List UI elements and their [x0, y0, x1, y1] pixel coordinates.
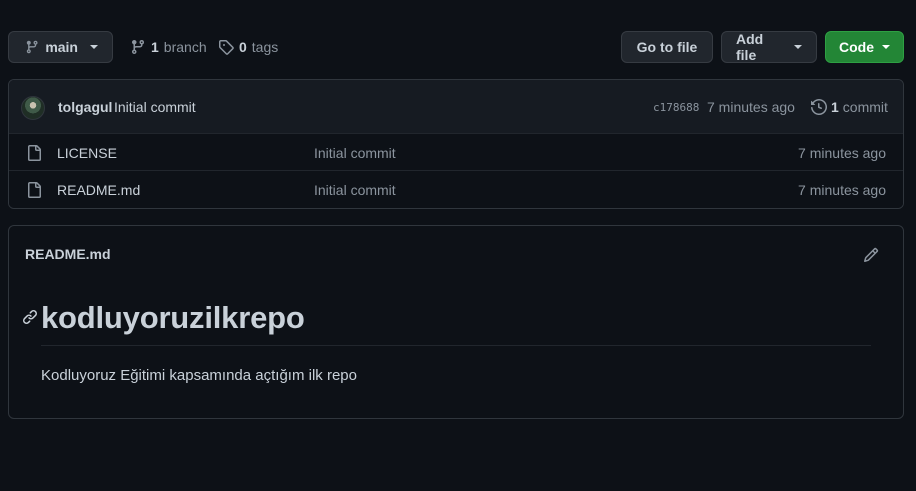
tags-link[interactable]: 0 tags [218, 31, 278, 63]
readme-paragraph: Kodluyoruz Eğitimi kapsamında açtığım il… [41, 367, 357, 384]
repo-toolbar: main 1 branch 0 tags Go to file Add file… [8, 31, 904, 63]
file-row[interactable]: README.md Initial commit 7 minutes ago [9, 171, 903, 208]
readme-panel: README.md kodluyoruzilkrepo Kodluyoruz E… [8, 225, 904, 419]
branches-link[interactable]: 1 branch [130, 31, 207, 63]
pencil-icon[interactable] [863, 247, 879, 263]
file-icon [28, 145, 41, 161]
commit-message[interactable]: Initial commit [114, 99, 196, 115]
tag-icon [219, 40, 234, 55]
latest-commit-row: tolgagul Initial commit c178688 7 minute… [9, 80, 903, 134]
file-row[interactable]: LICENSE Initial commit 7 minutes ago [9, 134, 903, 171]
file-commit-message[interactable]: Initial commit [314, 182, 396, 198]
commit-author[interactable]: tolgagul [58, 99, 112, 115]
code-label: Code [839, 39, 874, 55]
file-commit-message[interactable]: Initial commit [314, 145, 396, 161]
readme-title[interactable]: README.md [25, 246, 111, 262]
commit-time: 7 minutes ago [707, 99, 795, 115]
history-icon [811, 99, 827, 115]
branch-icon [131, 40, 144, 55]
branch-name: main [45, 39, 78, 55]
file-commit-time: 7 minutes ago [798, 145, 886, 161]
add-file-button[interactable]: Add file [721, 31, 817, 63]
branch-icon [26, 40, 38, 54]
file-name[interactable]: README.md [57, 182, 140, 198]
tag-count: 0 [239, 39, 247, 55]
code-button[interactable]: Code [825, 31, 904, 63]
commit-history-link[interactable]: 1 commit [811, 99, 888, 115]
tag-label: tags [251, 39, 279, 55]
branch-count: 1 [151, 39, 159, 55]
file-name[interactable]: LICENSE [57, 145, 117, 161]
commit-count: 1 [831, 99, 839, 115]
file-icon [28, 182, 41, 198]
go-to-file-button[interactable]: Go to file [621, 31, 713, 63]
add-file-label: Add file [736, 31, 764, 63]
branch-label: branch [163, 39, 207, 55]
avatar[interactable] [21, 96, 45, 120]
link-icon[interactable] [22, 309, 38, 325]
file-commit-time: 7 minutes ago [798, 182, 886, 198]
commit-sha[interactable]: c178688 [653, 101, 699, 114]
file-listing: tolgagul Initial commit c178688 7 minute… [8, 79, 904, 209]
chevron-down-icon [794, 45, 802, 49]
chevron-down-icon [90, 45, 98, 49]
readme-heading: kodluyoruzilkrepo [41, 300, 305, 335]
commit-count-label: commit [842, 99, 888, 115]
divider [41, 345, 871, 346]
chevron-down-icon [882, 45, 890, 49]
repo-page: main 1 branch 0 tags Go to file Add file… [0, 0, 916, 491]
go-to-file-label: Go to file [636, 39, 698, 55]
branch-select-button[interactable]: main [8, 31, 113, 63]
